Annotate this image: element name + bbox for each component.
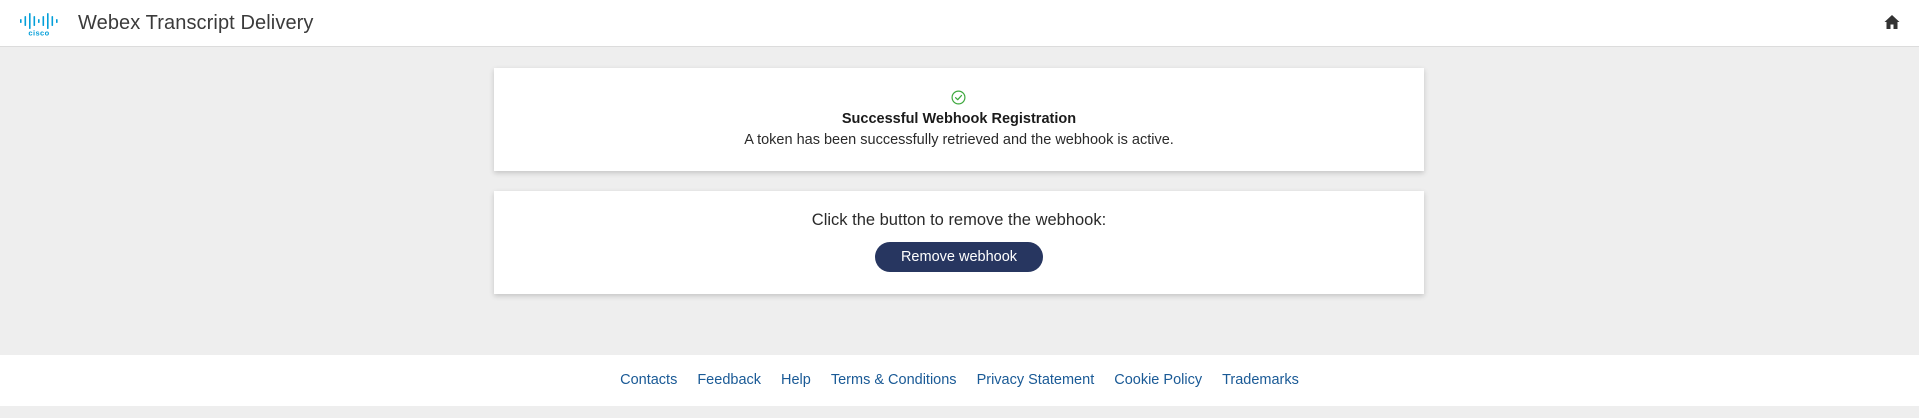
cisco-logo-text: cisco bbox=[28, 29, 49, 37]
page-footer: Contacts Feedback Help Terms & Condition… bbox=[0, 355, 1919, 406]
status-message: A token has been successfully retrieved … bbox=[744, 132, 1174, 148]
footer-link-trademarks[interactable]: Trademarks bbox=[1222, 371, 1299, 389]
remove-webhook-prompt: Click the button to remove the webhook: bbox=[811, 211, 1107, 229]
footer-link-privacy[interactable]: Privacy Statement bbox=[977, 371, 1095, 389]
footer-nav: Contacts Feedback Help Terms & Condition… bbox=[620, 371, 1299, 389]
footer-link-cookies[interactable]: Cookie Policy bbox=[1114, 371, 1202, 389]
cisco-logo: cisco bbox=[20, 13, 58, 37]
app-header: cisco Webex Transcript Delivery bbox=[0, 0, 1919, 47]
footer-link-terms[interactable]: Terms & Conditions bbox=[831, 371, 957, 389]
footer-link-contacts[interactable]: Contacts bbox=[620, 371, 677, 389]
footer-link-help[interactable]: Help bbox=[781, 371, 811, 389]
footer-link-feedback[interactable]: Feedback bbox=[697, 371, 761, 389]
app-title: Webex Transcript Delivery bbox=[78, 12, 314, 34]
registration-status-card: Successful Webhook Registration A token … bbox=[494, 68, 1424, 171]
remove-webhook-card: Click the button to remove the webhook: … bbox=[494, 191, 1424, 294]
remove-webhook-button[interactable]: Remove webhook bbox=[875, 242, 1043, 272]
check-circle-icon bbox=[951, 90, 966, 105]
status-title: Successful Webhook Registration bbox=[841, 111, 1077, 127]
home-icon[interactable] bbox=[1883, 13, 1901, 31]
